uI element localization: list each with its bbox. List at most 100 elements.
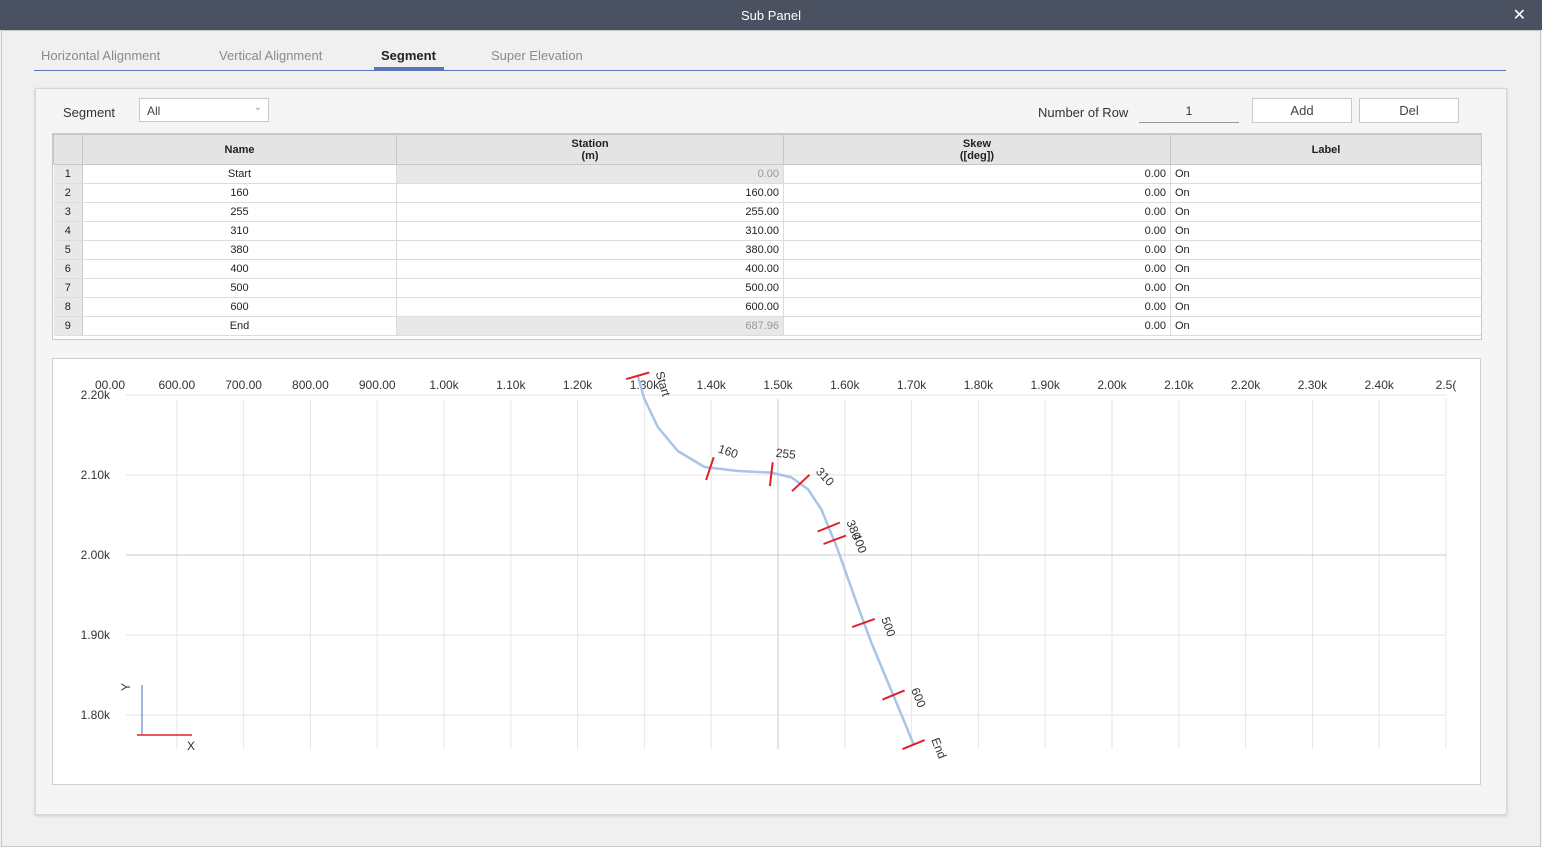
cell-skew[interactable]: 0.00 <box>783 316 1171 336</box>
row-number[interactable]: 2 <box>53 183 83 203</box>
segment-filter-value: All <box>147 104 161 118</box>
table-row[interactable]: 4 310 310.00 0.00 On <box>53 221 1481 241</box>
corner-header <box>53 134 83 165</box>
cell-label[interactable]: On <box>1170 297 1481 317</box>
cell-name[interactable]: End <box>82 316 397 336</box>
cell-label[interactable]: On <box>1170 259 1481 279</box>
cell-name[interactable]: 500 <box>82 278 397 298</box>
x-tick-label: 2.10k <box>1164 378 1194 392</box>
cell-label[interactable]: On <box>1170 278 1481 298</box>
table-row[interactable]: 5 380 380.00 0.00 On <box>53 240 1481 260</box>
table-row[interactable]: 8 600 600.00 0.00 On <box>53 297 1481 317</box>
cell-station: 687.96 <box>396 316 784 336</box>
segment-filter-select[interactable]: All ⌄ <box>139 98 269 122</box>
y-tick-label: 2.10k <box>81 468 111 482</box>
x-tick-label: 700.00 <box>225 378 262 392</box>
tab-segment[interactable]: Segment <box>381 48 436 63</box>
x-tick-label: 600.00 <box>158 378 195 392</box>
cell-name[interactable]: 160 <box>82 183 397 203</box>
tab-horizontal-alignment[interactable]: Horizontal Alignment <box>41 48 160 63</box>
cell-skew[interactable]: 0.00 <box>783 164 1171 184</box>
x-tick-label: 1.20k <box>563 378 593 392</box>
cell-skew[interactable]: 0.00 <box>783 278 1171 298</box>
station-header-line2: (m) <box>581 149 599 162</box>
table-row[interactable]: 6 400 400.00 0.00 On <box>53 259 1481 279</box>
station-label: 310 <box>813 465 837 489</box>
x-tick-label: 1.00k <box>429 378 459 392</box>
cell-station[interactable]: 160.00 <box>396 183 784 203</box>
cell-label[interactable]: On <box>1170 183 1481 203</box>
cell-station[interactable]: 310.00 <box>396 221 784 241</box>
cell-name[interactable]: 600 <box>82 297 397 317</box>
cell-skew[interactable]: 0.00 <box>783 183 1171 203</box>
cell-skew[interactable]: 0.00 <box>783 221 1171 241</box>
add-button[interactable]: Add <box>1252 98 1352 123</box>
number-of-row-input[interactable]: 1 <box>1139 100 1239 123</box>
table-row[interactable]: 9 End 687.96 0.00 On <box>53 316 1481 336</box>
y-tick-label: 2.00k <box>81 548 111 562</box>
segment-table: Name Station (m) Skew ([deg]) Label 1 Star… <box>52 133 1482 340</box>
station-label: 400 <box>849 531 869 555</box>
number-of-row-label: Number of Row <box>1038 105 1129 120</box>
cell-name[interactable]: Start <box>82 164 397 184</box>
cell-label[interactable]: On <box>1170 202 1481 222</box>
cell-name[interactable]: 255 <box>82 202 397 222</box>
table-row[interactable]: 3 255 255.00 0.00 On <box>53 202 1481 222</box>
name-column-header[interactable]: Name <box>82 134 397 165</box>
x-tick-label: 1.50k <box>763 378 793 392</box>
del-button[interactable]: Del <box>1359 98 1459 123</box>
row-number[interactable]: 5 <box>53 240 83 260</box>
x-tick-label: 900.00 <box>359 378 396 392</box>
row-number[interactable]: 9 <box>53 316 83 336</box>
cell-label[interactable]: On <box>1170 164 1481 184</box>
x-tick-label: 1.10k <box>496 378 526 392</box>
row-number[interactable]: 1 <box>53 164 83 184</box>
row-number[interactable]: 7 <box>53 278 83 298</box>
tab-bar: Horizontal Alignment Vertical Alignment … <box>34 42 1506 71</box>
skew-column-header[interactable]: Skew ([deg]) <box>783 134 1171 165</box>
cell-station[interactable]: 255.00 <box>396 202 784 222</box>
x-tick-label: 2.00k <box>1097 378 1127 392</box>
cell-station[interactable]: 380.00 <box>396 240 784 260</box>
row-number[interactable]: 6 <box>53 259 83 279</box>
y-tick-label: 1.90k <box>81 628 111 642</box>
cell-label[interactable]: On <box>1170 316 1481 336</box>
row-number[interactable]: 3 <box>53 202 83 222</box>
cell-skew[interactable]: 0.00 <box>783 202 1171 222</box>
y-tick-label: 1.80k <box>81 708 111 722</box>
skew-header-line1: Skew <box>962 137 992 150</box>
cell-label[interactable]: On <box>1170 221 1481 241</box>
cell-station[interactable]: 400.00 <box>396 259 784 279</box>
cell-skew[interactable]: 0.00 <box>783 240 1171 260</box>
skew-header-line2: ([deg]) <box>959 149 995 162</box>
row-number[interactable]: 8 <box>53 297 83 317</box>
segment-filter-label: Segment <box>63 105 116 120</box>
x-tick-label: 1.60k <box>830 378 860 392</box>
cell-label[interactable]: On <box>1170 240 1481 260</box>
cell-station[interactable]: 600.00 <box>396 297 784 317</box>
cell-skew[interactable]: 0.00 <box>783 259 1171 279</box>
table-row[interactable]: 2 160 160.00 0.00 On <box>53 183 1481 203</box>
label-column-header[interactable]: Label <box>1170 134 1481 165</box>
cell-station[interactable]: 500.00 <box>396 278 784 298</box>
alignment-plot-svg[interactable]: 00.00 600.00 700.00 800.00 900.00 1.00k 1.10k 1… <box>53 359 1480 784</box>
x-tick-label: 2.30k <box>1298 378 1328 392</box>
station-column-header[interactable]: Station (m) <box>396 134 784 165</box>
row-number[interactable]: 4 <box>53 221 83 241</box>
cell-name[interactable]: 310 <box>82 221 397 241</box>
x-tick-label: 2.5( <box>1436 378 1457 392</box>
cell-skew[interactable]: 0.00 <box>783 297 1171 317</box>
tab-vertical-alignment[interactable]: Vertical Alignment <box>219 48 322 63</box>
close-icon[interactable]: ✕ <box>1513 5 1526 25</box>
cell-name[interactable]: 380 <box>82 240 397 260</box>
station-label: 255 <box>775 446 797 462</box>
station-label: Start <box>653 370 674 399</box>
station-marker <box>768 462 774 487</box>
window-title: Sub Panel <box>741 8 801 23</box>
alignment-plot[interactable]: 00.00 600.00 700.00 800.00 900.00 1.00k 1.10k 1… <box>52 358 1481 785</box>
tab-super-elevation[interactable]: Super Elevation <box>491 48 583 63</box>
table-row[interactable]: 1 Start 0.00 0.00 On <box>53 164 1481 184</box>
cell-station: 0.00 <box>396 164 784 184</box>
table-row[interactable]: 7 500 500.00 0.00 On <box>53 278 1481 298</box>
cell-name[interactable]: 400 <box>82 259 397 279</box>
